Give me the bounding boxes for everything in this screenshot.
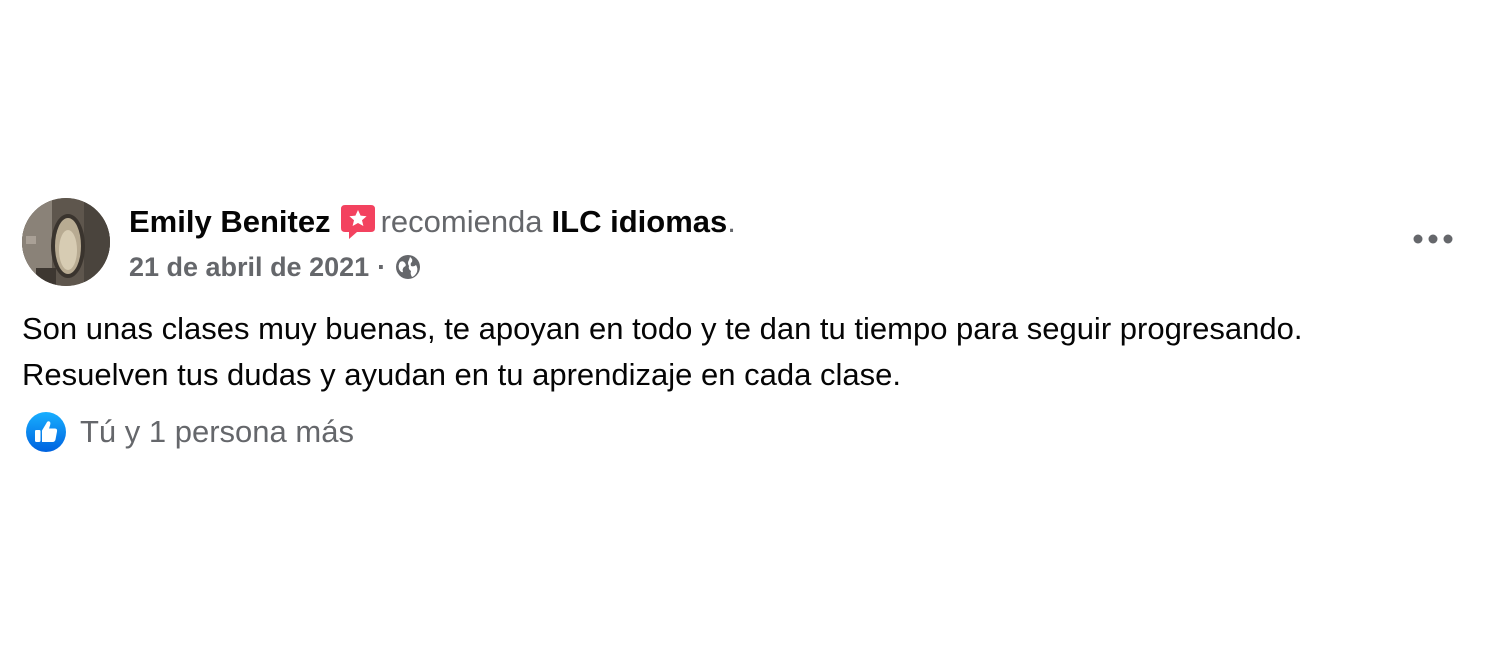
review-post: Emily Benitez recomienda ILC idiomas . 2… bbox=[0, 0, 1500, 645]
recommend-verb: recomienda bbox=[380, 204, 543, 239]
post-body: Son unas clases muy buenas, te apoyan en… bbox=[22, 306, 1462, 398]
meta-separator: · bbox=[377, 251, 387, 282]
post-body-line: Son unas clases muy buenas, te apoyan en… bbox=[22, 311, 1303, 346]
reaction-count-text: Tú y 1 persona más bbox=[80, 414, 354, 449]
author-name-link[interactable]: Emily Benitez bbox=[129, 204, 331, 240]
like-icon bbox=[25, 411, 67, 453]
post-body-line: Resuelven tus dudas y ayudan en tu apren… bbox=[22, 357, 901, 392]
author-avatar[interactable] bbox=[22, 198, 110, 286]
recommendation-star-icon bbox=[339, 203, 377, 241]
globe-icon bbox=[395, 254, 421, 280]
header-period: . bbox=[727, 204, 736, 239]
reactions-summary[interactable]: Tú y 1 persona más bbox=[25, 410, 354, 454]
post-header: Emily Benitez recomienda ILC idiomas . bbox=[129, 202, 736, 242]
page-name-link[interactable]: ILC idiomas bbox=[552, 204, 728, 240]
avatar-photo bbox=[22, 198, 110, 286]
more-options-button[interactable] bbox=[1410, 224, 1456, 254]
post-date[interactable]: 21 de abril de 2021 bbox=[129, 252, 369, 283]
post-meta: 21 de abril de 2021 · bbox=[129, 250, 421, 284]
more-options-icon bbox=[1413, 234, 1453, 244]
